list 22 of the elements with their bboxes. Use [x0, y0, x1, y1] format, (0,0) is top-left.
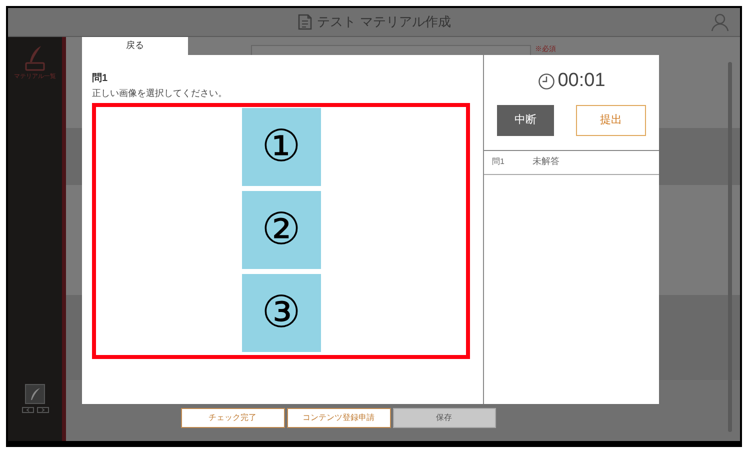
submit-button[interactable]: 提出	[576, 104, 646, 136]
answer-status: 未解答	[532, 155, 560, 168]
feather-icon	[29, 387, 41, 401]
page-title: テスト マテリアル作成	[317, 13, 451, 32]
choice-image[interactable]: ③	[242, 274, 320, 352]
question-number: 問1	[492, 156, 504, 168]
timer: 00:01	[558, 69, 606, 93]
document-icon	[297, 13, 314, 31]
pause-button[interactable]: 中断	[497, 104, 554, 136]
back-tab[interactable]: 戻る	[82, 37, 188, 55]
feather-button[interactable]	[25, 384, 45, 404]
question-title: 問1	[92, 73, 109, 85]
footer-button[interactable]: コンテンツ登録申請	[286, 408, 390, 428]
next-icon[interactable]	[36, 407, 48, 413]
prev-icon[interactable]	[22, 407, 34, 413]
footer-button[interactable]: チェック完了	[180, 408, 284, 428]
choice-image[interactable]: ②	[242, 191, 320, 269]
choice-image[interactable]: ①	[242, 108, 320, 186]
user-icon[interactable]	[710, 12, 730, 32]
instruction-text: 正しい画像を選択してください。	[92, 87, 228, 99]
quill-icon[interactable]	[23, 45, 47, 71]
clock-icon	[538, 72, 555, 90]
